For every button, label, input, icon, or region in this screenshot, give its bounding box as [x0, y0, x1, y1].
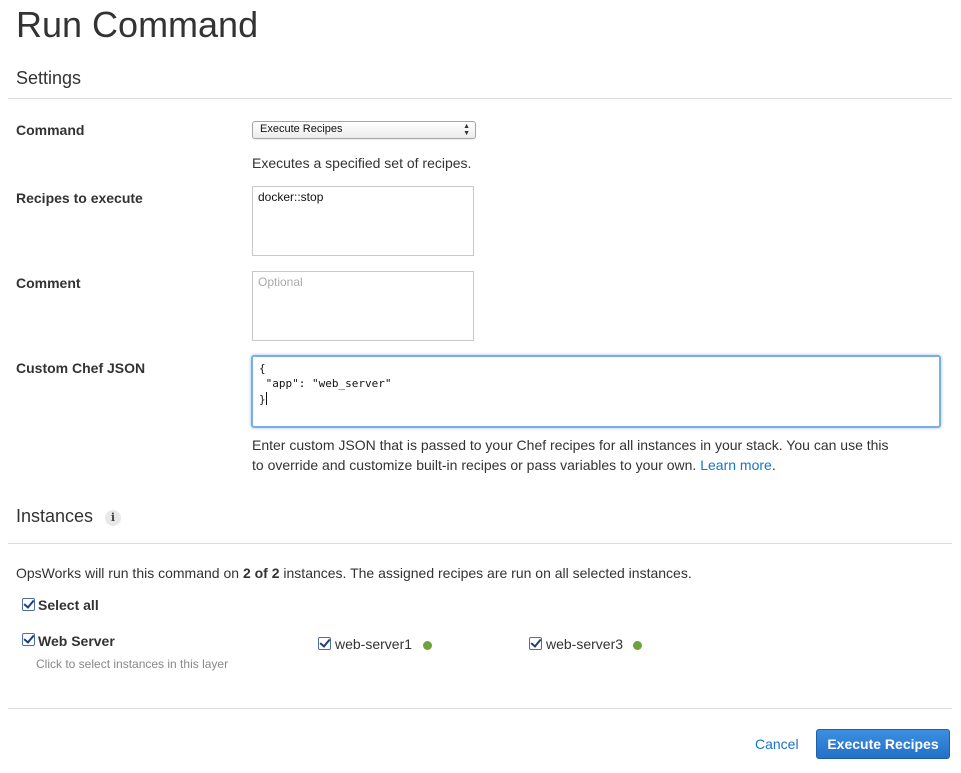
- footer-divider: [8, 708, 952, 709]
- summary-count: 2 of 2: [242, 565, 280, 581]
- select-all-label[interactable]: Select all: [38, 597, 99, 613]
- summary-suffix: instances. The assigned recipes are run …: [279, 565, 692, 581]
- learn-more-link[interactable]: Learn more: [700, 457, 772, 473]
- comment-textarea[interactable]: Optional: [252, 271, 474, 341]
- comment-placeholder: Optional: [258, 275, 303, 289]
- recipes-value: docker::stop: [258, 190, 324, 204]
- json-line: {: [259, 362, 266, 375]
- comment-label: Comment: [16, 275, 81, 291]
- custom-json-help-line2: to override and customize built-in recip…: [252, 457, 697, 473]
- instance-name-web-server3[interactable]: web-server3: [546, 636, 623, 652]
- instance-checkbox-web-server1[interactable]: [318, 637, 331, 650]
- summary-prefix: OpsWorks will run this command on: [16, 565, 243, 581]
- text-caret: [265, 392, 267, 405]
- online-status-icon: [633, 641, 642, 650]
- layer-name[interactable]: Web Server: [38, 633, 115, 649]
- command-label: Command: [16, 122, 85, 138]
- recipes-label: Recipes to execute: [16, 190, 143, 206]
- layer-checkbox[interactable]: [22, 633, 35, 646]
- recipes-textarea[interactable]: docker::stop: [252, 186, 474, 256]
- settings-divider: [8, 98, 952, 99]
- cancel-button[interactable]: Cancel: [755, 736, 799, 752]
- command-select[interactable]: Execute Recipes ▲ ▼: [252, 121, 476, 139]
- custom-json-help-line1: Enter custom JSON that is passed to your…: [252, 437, 889, 453]
- instance-name-web-server1[interactable]: web-server1: [335, 636, 412, 652]
- instances-summary: OpsWorks will run this command on 2 of 2…: [16, 565, 692, 581]
- json-line: }: [259, 393, 266, 406]
- command-description: Executes a specified set of recipes.: [252, 155, 472, 171]
- instance-checkbox-web-server3[interactable]: [529, 637, 542, 650]
- custom-json-help: Enter custom JSON that is passed to your…: [252, 435, 952, 475]
- custom-json-editor[interactable]: { "app": "web_server" }: [251, 355, 941, 428]
- execute-recipes-button[interactable]: Execute Recipes: [816, 729, 950, 759]
- info-icon[interactable]: i: [105, 510, 121, 526]
- custom-json-label: Custom Chef JSON: [16, 360, 146, 376]
- instances-section-title: Instances: [16, 506, 94, 526]
- json-line: "app": "web_server": [259, 377, 392, 390]
- page-title: Run Command: [16, 4, 259, 45]
- select-all-checkbox[interactable]: [22, 598, 35, 611]
- instances-divider: [8, 543, 952, 544]
- select-arrows-icon: ▲ ▼: [463, 123, 470, 137]
- online-status-icon: [423, 641, 432, 650]
- help-period: .: [771, 457, 776, 473]
- settings-section-title: Settings: [16, 68, 82, 88]
- layer-hint: Click to select instances in this layer: [36, 657, 229, 671]
- command-select-value: Execute Recipes: [260, 123, 343, 135]
